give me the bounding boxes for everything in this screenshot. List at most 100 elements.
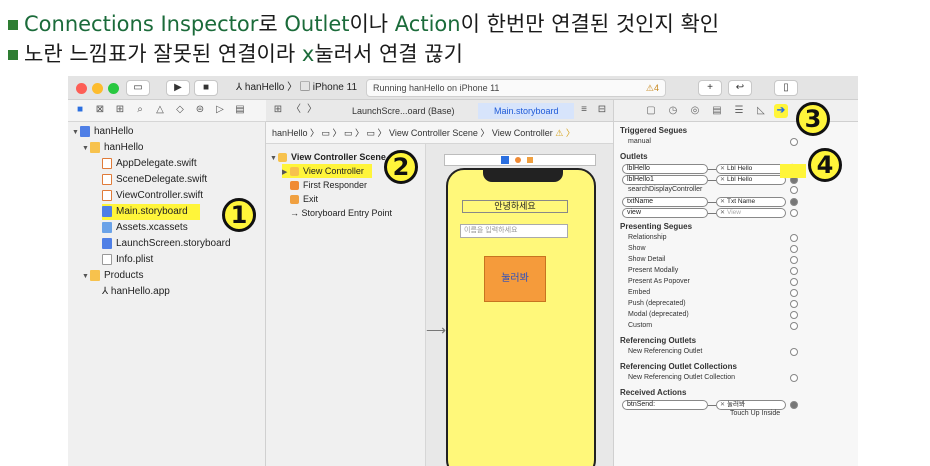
first-responder-dock-icon[interactable]: [515, 157, 521, 163]
disconnect-x-icon[interactable]: ✕: [720, 165, 725, 173]
action-target: ✕ 눌러봐: [716, 400, 786, 410]
quick-help-icon[interactable]: ◎: [688, 104, 702, 118]
grid-icon[interactable]: ⊞: [272, 104, 284, 116]
identity-inspector-icon[interactable]: ▤: [710, 104, 724, 118]
outline-row[interactable]: Exit: [290, 192, 318, 206]
scheme-selector[interactable]: ⅄ hanHello 〉 ▢ iPhone 11: [236, 80, 357, 96]
title-bar: ▭ ▶ ■ ⅄ hanHello 〉 ▢ iPhone 11 Running h…: [68, 76, 858, 100]
jump-bar[interactable]: hanHello 〉 ▭ 〉 ▭ 〉 ▭ 〉 View Controller S…: [266, 122, 613, 144]
outline-row[interactable]: First Responder: [290, 178, 367, 192]
tab-launchscreen[interactable]: LaunchScre...oard (Base): [336, 103, 456, 119]
warning-badge[interactable]: ⚠4: [646, 80, 659, 96]
scene-dock[interactable]: [444, 154, 596, 166]
project-row[interactable]: ▼ hanHello: [72, 124, 133, 140]
sidebar-toggle-icon[interactable]: ▭: [126, 80, 150, 96]
disconnect-x-icon[interactable]: ✕: [720, 198, 725, 206]
file-row[interactable]: Assets.xcassets: [102, 220, 188, 236]
callout-4: 4: [808, 148, 842, 182]
file-row[interactable]: Info.plist: [102, 252, 153, 268]
forward-icon[interactable]: 〉: [306, 104, 318, 116]
connection-circle[interactable]: [790, 138, 798, 146]
connection-circle[interactable]: [790, 198, 798, 206]
connection-circle[interactable]: [790, 267, 798, 275]
connection-circle[interactable]: [790, 278, 798, 286]
symbol-icon[interactable]: ⊞: [114, 104, 126, 116]
view-controller-row[interactable]: ▶ View Controller: [282, 164, 372, 178]
attributes-inspector-icon[interactable]: ☰: [732, 104, 746, 118]
file-row[interactable]: LaunchScreen.storyboard: [102, 236, 231, 252]
name-text-field[interactable]: 이름을 입력하세요: [460, 224, 568, 238]
exit-dock-icon[interactable]: [527, 157, 533, 163]
disclosure-icon[interactable]: ▼: [82, 141, 90, 157]
connection-circle[interactable]: [790, 374, 798, 382]
file-row[interactable]: SceneDelegate.swift: [102, 172, 207, 188]
size-inspector-icon[interactable]: ◺: [754, 104, 768, 118]
close-window-button[interactable]: [76, 83, 87, 94]
new-referencing-outlet: New Referencing Outlet: [628, 348, 703, 355]
file-row-selected[interactable]: Main.storyboard: [102, 204, 200, 220]
disconnect-x-icon[interactable]: ✕: [720, 209, 725, 217]
disconnect-x-icon[interactable]: ✕: [720, 176, 725, 184]
hello-label[interactable]: 안녕하세요: [462, 200, 568, 213]
connection-circle[interactable]: [790, 256, 798, 264]
issue-warning-icon[interactable]: △: [154, 104, 166, 116]
minimize-window-button[interactable]: [92, 83, 103, 94]
connection-circle[interactable]: [790, 245, 798, 253]
connection-circle[interactable]: [790, 234, 798, 242]
outline-row[interactable]: → Storyboard Entry Point: [290, 206, 392, 220]
zoom-window-button[interactable]: [108, 83, 119, 94]
library-plus-icon[interactable]: +: [698, 80, 722, 96]
connection-circle[interactable]: [790, 209, 798, 217]
connection-circle[interactable]: [790, 300, 798, 308]
file-row[interactable]: ViewController.swift: [102, 188, 203, 204]
editor-options-icon[interactable]: ≡: [578, 104, 590, 116]
connection-circle[interactable]: [790, 401, 798, 409]
run-button-icon[interactable]: ▶: [166, 80, 190, 96]
test-icon[interactable]: ◇: [174, 104, 186, 116]
connection-circle[interactable]: [790, 289, 798, 297]
file-inspector-icon[interactable]: ▢: [644, 104, 658, 118]
disconnect-x-icon[interactable]: ✕: [720, 401, 725, 409]
iphone-frame[interactable]: 안녕하세요 이름을 입력하세요 눌러봐: [446, 168, 596, 466]
target-name: Txt Name: [727, 198, 756, 205]
connection-circle[interactable]: [790, 322, 798, 330]
tab-main-storyboard[interactable]: Main.storyboard: [478, 103, 574, 119]
code-review-icon[interactable]: ↩: [728, 80, 752, 96]
stop-button-icon[interactable]: ■: [194, 80, 218, 96]
folder-icon: [90, 269, 100, 281]
file-row[interactable]: ⅄ hanHello.app: [102, 284, 170, 300]
connection-circle[interactable]: [790, 348, 798, 356]
folder-icon[interactable]: ■: [74, 104, 86, 116]
report-icon[interactable]: ▤: [234, 104, 246, 116]
debug-icon[interactable]: ⊜: [194, 104, 206, 116]
file-row[interactable]: AppDelegate.swift: [102, 156, 197, 172]
section-header: Triggered Segues: [620, 126, 688, 135]
disclosure-icon[interactable]: ▶: [282, 166, 290, 180]
section-header: Referencing Outlets: [620, 336, 697, 345]
search-icon[interactable]: ⌕: [134, 104, 146, 116]
swift-file-icon: [102, 157, 112, 169]
connection-circle[interactable]: [790, 186, 798, 194]
connections-inspector-icon[interactable]: ➔: [774, 104, 788, 118]
disclosure-icon[interactable]: ▼: [82, 269, 90, 285]
split-editor-icon[interactable]: ⊟: [596, 104, 608, 116]
source-control-icon[interactable]: ⊠: [94, 104, 106, 116]
scene-row[interactable]: ▼ View Controller Scene: [270, 150, 386, 164]
view-controller-dock-icon[interactable]: [501, 156, 509, 164]
back-icon[interactable]: 〈: [290, 104, 302, 116]
bullet-text: x: [301, 42, 315, 66]
instruction-bullets: Connections Inspector로 Outlet이나 Action이 …: [0, 0, 930, 68]
storyboard-canvas[interactable]: ⟶ 안녕하세요 이름을 입력하세요 눌러봐: [426, 144, 613, 466]
warning-icon[interactable]: ⚠ 〉: [555, 128, 575, 138]
history-icon[interactable]: ◷: [666, 104, 680, 118]
connection-circle[interactable]: [790, 311, 798, 319]
disclosure-icon[interactable]: ▼: [72, 125, 80, 141]
storyboard-icon: [102, 205, 112, 217]
editor-tab-bar: ⊞ 〈 〉 LaunchScre...oard (Base) Main.stor…: [266, 100, 613, 122]
group-row[interactable]: ▼ Products: [82, 268, 143, 284]
disclosure-icon[interactable]: ▼: [270, 152, 278, 166]
send-button[interactable]: 눌러봐: [484, 256, 546, 302]
breakpoint-icon[interactable]: ▷: [214, 104, 226, 116]
inspector-toggle-icon[interactable]: ▯: [774, 80, 798, 96]
group-row[interactable]: ▼ hanHello: [82, 140, 143, 156]
